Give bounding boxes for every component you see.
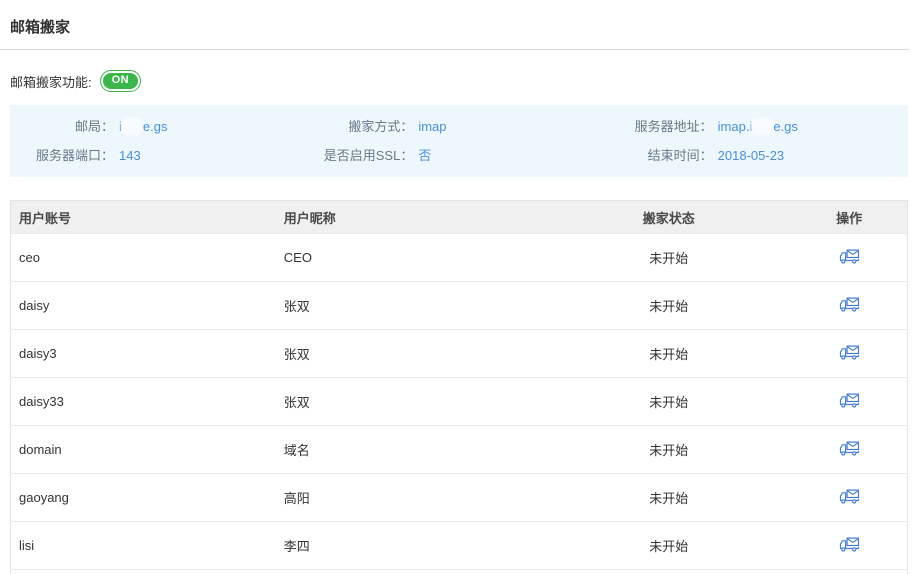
table-row: daisy33 张双 未开始 xyxy=(11,378,908,426)
table-row: daisy 张双 未开始 xyxy=(11,282,908,330)
col-header-account: 用户账号 xyxy=(11,201,276,234)
start-migration-button[interactable] xyxy=(839,488,860,504)
status-cell: 未开始 xyxy=(546,282,791,330)
start-migration-button[interactable] xyxy=(839,248,860,264)
user-migration-table-wrap: 用户账号 用户昵称 搬家状态 操作 ceo CEO 未开始 xyxy=(10,200,908,574)
action-cell xyxy=(791,474,907,522)
settings-field: 服务器端口： 143 xyxy=(10,144,309,168)
action-cell xyxy=(791,522,907,570)
account-cell: daisy33 xyxy=(11,378,276,426)
migration-settings-panel: 邮局： i e.gs 搬家方式： imap 服务器地址： imap.i e.gs 服… xyxy=(10,105,908,177)
mail-truck-icon xyxy=(839,440,860,456)
status-cell: 未开始 xyxy=(546,426,791,474)
account-cell: daisy xyxy=(11,282,276,330)
field-value-text: 143 xyxy=(119,148,141,163)
action-cell xyxy=(791,282,907,330)
account-cell: daisy3 xyxy=(11,330,276,378)
action-cell xyxy=(791,234,907,282)
nickname-cell: CEO xyxy=(276,234,546,282)
migration-feature-toggle[interactable]: ON xyxy=(100,70,142,92)
mail-truck-icon xyxy=(839,296,860,312)
field-label: 邮局： xyxy=(10,115,114,139)
table-row: daisy3 张双 未开始 xyxy=(11,330,908,378)
toggle-state-label: ON xyxy=(103,73,139,89)
start-migration-button[interactable] xyxy=(839,440,860,456)
mail-truck-icon xyxy=(839,392,860,408)
field-value-prefix: imap.i xyxy=(718,119,753,134)
field-value: 143 xyxy=(119,144,141,168)
settings-field: 服务器地址： imap.i e.gs xyxy=(609,115,908,139)
field-value: i e.gs xyxy=(119,115,167,139)
field-label: 搬家方式： xyxy=(309,115,413,139)
col-header-action: 操作 xyxy=(791,201,907,234)
account-cell: gaoyang xyxy=(11,474,276,522)
action-cell xyxy=(791,426,907,474)
status-cell: 未开始 xyxy=(546,234,791,282)
settings-grid: 邮局： i e.gs 搬家方式： imap 服务器地址： imap.i e.gs 服… xyxy=(10,115,908,168)
nickname-cell: 高阳 xyxy=(276,474,546,522)
mail-truck-icon xyxy=(839,488,860,504)
field-value-text: 否 xyxy=(418,148,431,163)
nickname-cell: 张双 xyxy=(276,282,546,330)
redaction-blur xyxy=(123,120,142,133)
field-label: 是否启用SSL： xyxy=(309,144,413,168)
field-value: imap.i e.gs xyxy=(718,115,798,139)
table-header-row: 用户账号 用户昵称 搬家状态 操作 xyxy=(11,201,908,234)
start-migration-button[interactable] xyxy=(839,392,860,408)
field-label: 结束时间： xyxy=(609,144,713,168)
redaction-blur xyxy=(753,120,772,133)
nickname-cell: 张双 xyxy=(276,330,546,378)
mail-truck-icon xyxy=(839,344,860,360)
field-value: 否 xyxy=(418,144,431,168)
field-label: 服务器地址： xyxy=(609,115,713,139)
field-label: 服务器端口： xyxy=(10,144,114,168)
status-cell: 未开始 xyxy=(546,474,791,522)
nickname-cell: 域名 xyxy=(276,426,546,474)
mail-truck-icon xyxy=(839,248,860,264)
settings-field: 结束时间： 2018-05-23 xyxy=(609,144,908,168)
status-cell: 未开始 xyxy=(546,378,791,426)
email-migration-page: 邮箱搬家 邮箱搬家功能: ON 邮局： ie.gs 搬家方式： imap 服务器 xyxy=(0,0,917,574)
action-cell xyxy=(791,330,907,378)
field-value-suffix: e.gs xyxy=(773,119,798,134)
col-header-status: 搬家状态 xyxy=(546,201,791,234)
field-value-prefix: i xyxy=(119,119,122,134)
status-cell: 未开始 xyxy=(546,522,791,570)
nickname-cell: 李四 xyxy=(276,522,546,570)
field-value: imap xyxy=(418,115,446,139)
account-cell: ceo xyxy=(11,234,276,282)
page-title: 邮箱搬家 xyxy=(10,16,917,37)
start-migration-button[interactable] xyxy=(839,536,860,552)
user-migration-table: 用户账号 用户昵称 搬家状态 操作 ceo CEO 未开始 xyxy=(10,200,908,574)
migration-feature-row: 邮箱搬家功能: ON xyxy=(10,70,917,92)
account-cell: domain xyxy=(11,426,276,474)
start-migration-button[interactable] xyxy=(839,296,860,312)
settings-field: 是否启用SSL： 否 xyxy=(309,144,608,168)
field-value-suffix: e.gs xyxy=(143,119,168,134)
migration-feature-label: 邮箱搬家功能: xyxy=(10,72,92,91)
settings-field: 邮局： i e.gs xyxy=(10,115,309,139)
field-value-text: 2018-05-23 xyxy=(718,148,785,163)
table-row: gaoyang 高阳 未开始 xyxy=(11,474,908,522)
account-cell: lisi xyxy=(11,522,276,570)
start-migration-button[interactable] xyxy=(839,344,860,360)
nickname-cell: 张双 xyxy=(276,378,546,426)
mail-truck-icon xyxy=(839,536,860,552)
table-row: lisi 李四 未开始 xyxy=(11,522,908,570)
settings-field: 搬家方式： imap xyxy=(309,115,608,139)
table-row: ceo CEO 未开始 xyxy=(11,234,908,282)
action-cell xyxy=(791,378,907,426)
title-divider xyxy=(0,49,910,50)
table-body: ceo CEO 未开始 xyxy=(11,234,908,570)
partial-next-row xyxy=(11,570,908,574)
col-header-nickname: 用户昵称 xyxy=(276,201,546,234)
field-value: 2018-05-23 xyxy=(718,144,785,168)
field-value-text: imap xyxy=(418,119,446,134)
status-cell: 未开始 xyxy=(546,330,791,378)
table-row: domain 域名 未开始 xyxy=(11,426,908,474)
